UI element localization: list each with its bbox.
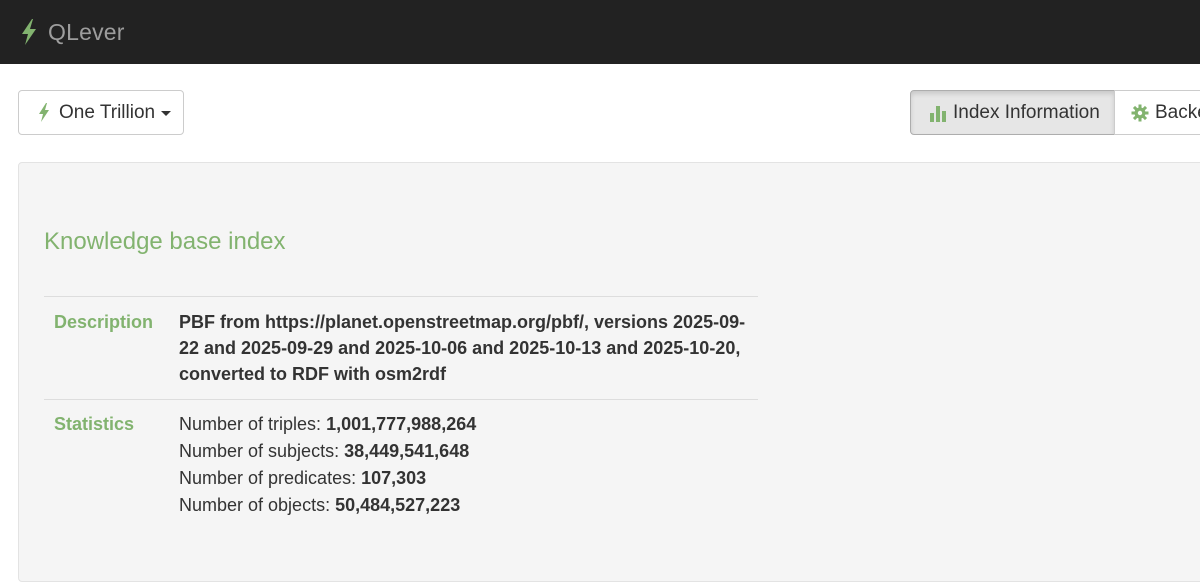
gear-icon [1131, 104, 1149, 121]
backend-select-label: One Trillion [59, 101, 156, 123]
stat-value: 1,001,777,988,264 [326, 414, 477, 434]
stat-label: Number of triples: [179, 414, 322, 434]
statistics-list: Number of triples: 1,001,777,988,264 Num… [179, 411, 476, 519]
index-information-button[interactable]: Index Information [910, 90, 1115, 135]
brand-title: QLever [48, 18, 125, 45]
backend-select-button[interactable]: One Trillion [18, 90, 184, 135]
statistics-label: Statistics [54, 414, 135, 434]
backend-info-button[interactable]: Backe [1114, 90, 1200, 135]
top-navbar: QLever [0, 0, 1200, 64]
stat-row-subjects: Number of subjects: 38,449,541,648 [179, 438, 476, 465]
stat-value: 50,484,527,223 [335, 495, 461, 515]
brand-link[interactable]: QLever [20, 16, 125, 48]
table-divider [44, 399, 758, 400]
description-text: PBF from https://planet.openstreetmap.or… [179, 312, 746, 384]
stat-label: Number of objects: [179, 495, 331, 515]
stat-label: Number of predicates: [179, 468, 357, 488]
caret-down-icon [161, 111, 172, 116]
bolt-icon [22, 19, 36, 45]
bolt-icon [39, 103, 49, 122]
stat-row-objects: Number of objects: 50,484,527,223 [179, 492, 476, 519]
stat-value: 38,449,541,648 [344, 441, 470, 461]
index-information-label: Index Information [953, 101, 1100, 123]
knowledge-base-title: Knowledge base index [44, 228, 286, 255]
bar-chart-icon [930, 105, 946, 122]
stat-value: 107,303 [361, 468, 427, 488]
stat-row-predicates: Number of predicates: 107,303 [179, 465, 476, 492]
description-label: Description [54, 312, 154, 332]
stat-row-triples: Number of triples: 1,001,777,988,264 [179, 411, 476, 438]
backend-info-label: Backe [1155, 101, 1200, 123]
table-divider [44, 296, 758, 297]
stat-label: Number of subjects: [179, 441, 340, 461]
